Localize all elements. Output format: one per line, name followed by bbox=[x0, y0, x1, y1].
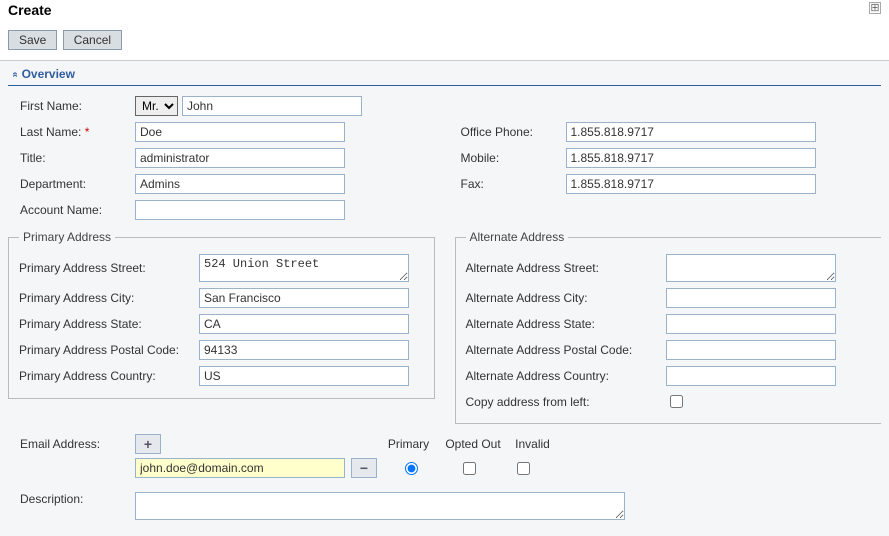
p-street-input[interactable]: 524 Union Street bbox=[199, 254, 409, 282]
p-postal-input[interactable] bbox=[199, 340, 409, 360]
first-name-input[interactable] bbox=[182, 96, 362, 116]
overview-section-header[interactable]: « Overview bbox=[8, 61, 881, 86]
title-input[interactable] bbox=[135, 148, 345, 168]
department-label: Department: bbox=[20, 177, 135, 191]
last-name-input[interactable] bbox=[135, 122, 345, 142]
email-add-button[interactable]: + bbox=[135, 434, 161, 454]
mobile-input[interactable] bbox=[566, 148, 816, 168]
primary-address-fieldset: Primary Address Primary Address Street: … bbox=[8, 230, 435, 399]
account-name-input[interactable] bbox=[135, 200, 345, 220]
expand-icon[interactable]: ⊞ bbox=[869, 2, 881, 14]
office-phone-label: Office Phone: bbox=[461, 125, 566, 139]
email-address-label: Email Address: bbox=[20, 434, 135, 451]
a-state-label: Alternate Address State: bbox=[466, 317, 666, 331]
cancel-button[interactable]: Cancel bbox=[63, 30, 122, 50]
description-input[interactable] bbox=[135, 492, 625, 520]
last-name-label: Last Name: * bbox=[20, 125, 135, 139]
p-city-label: Primary Address City: bbox=[19, 291, 199, 305]
p-state-input[interactable] bbox=[199, 314, 409, 334]
overview-label: Overview bbox=[22, 67, 75, 81]
save-button[interactable]: Save bbox=[8, 30, 57, 50]
a-country-input[interactable] bbox=[666, 366, 836, 386]
p-city-input[interactable] bbox=[199, 288, 409, 308]
email-optedout-checkbox[interactable] bbox=[463, 462, 476, 475]
email-invalid-checkbox[interactable] bbox=[517, 462, 530, 475]
email-input[interactable] bbox=[135, 458, 345, 478]
title-label: Title: bbox=[20, 151, 135, 165]
account-name-label: Account Name: bbox=[20, 203, 135, 217]
office-phone-input[interactable] bbox=[566, 122, 816, 142]
a-city-input[interactable] bbox=[666, 288, 836, 308]
copy-left-checkbox[interactable] bbox=[670, 395, 683, 408]
fax-input[interactable] bbox=[566, 174, 816, 194]
first-name-label: First Name: bbox=[20, 99, 135, 113]
a-street-label: Alternate Address Street: bbox=[466, 261, 666, 275]
alternate-address-legend: Alternate Address bbox=[466, 230, 569, 244]
alternate-address-fieldset: Alternate Address Alternate Address Stre… bbox=[455, 230, 882, 424]
minus-icon: − bbox=[360, 460, 368, 476]
email-col-invalid: Invalid bbox=[510, 437, 555, 451]
chevron-up-icon: « bbox=[9, 71, 20, 77]
p-street-label: Primary Address Street: bbox=[19, 261, 199, 275]
page-title: Create bbox=[8, 2, 52, 18]
p-postal-label: Primary Address Postal Code: bbox=[19, 343, 199, 357]
email-col-primary: Primary bbox=[381, 437, 436, 451]
a-postal-input[interactable] bbox=[666, 340, 836, 360]
salutation-select[interactable]: Mr. bbox=[135, 96, 178, 116]
fax-label: Fax: bbox=[461, 177, 566, 191]
email-col-optedout: Opted Out bbox=[442, 437, 504, 451]
plus-icon: + bbox=[144, 436, 152, 452]
copy-left-label: Copy address from left: bbox=[466, 395, 666, 409]
p-country-label: Primary Address Country: bbox=[19, 369, 199, 383]
a-city-label: Alternate Address City: bbox=[466, 291, 666, 305]
a-state-input[interactable] bbox=[666, 314, 836, 334]
email-remove-button[interactable]: − bbox=[351, 458, 377, 478]
email-primary-radio[interactable] bbox=[405, 462, 418, 475]
department-input[interactable] bbox=[135, 174, 345, 194]
mobile-label: Mobile: bbox=[461, 151, 566, 165]
a-postal-label: Alternate Address Postal Code: bbox=[466, 343, 666, 357]
primary-address-legend: Primary Address bbox=[19, 230, 115, 244]
p-country-input[interactable] bbox=[199, 366, 409, 386]
p-state-label: Primary Address State: bbox=[19, 317, 199, 331]
a-street-input[interactable] bbox=[666, 254, 836, 282]
a-country-label: Alternate Address Country: bbox=[466, 369, 666, 383]
description-label: Description: bbox=[20, 492, 135, 506]
